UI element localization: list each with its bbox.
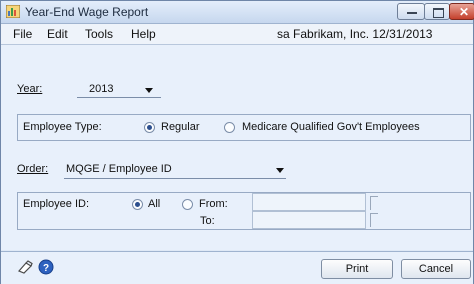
employee-id-to-lookup-icon[interactable] — [370, 213, 378, 227]
close-icon: ✕ — [459, 5, 470, 19]
medicare-qualified-radio[interactable] — [224, 122, 235, 133]
employee-id-to-label: To: — [200, 215, 215, 227]
user-date: 12/31/2013 — [372, 27, 433, 41]
employee-id-from-lookup-icon[interactable] — [370, 196, 378, 210]
report-options-area: Year: 2013 Employee Type: Regular Medica… — [1, 45, 473, 250]
employee-id-group: Employee ID: All From: To: — [17, 192, 471, 230]
menu-file[interactable]: File — [13, 27, 32, 41]
year-label: Year: — [17, 83, 43, 95]
menu-help[interactable]: Help — [131, 27, 156, 41]
title-bar: Year-End Wage Report ✕ — [1, 1, 474, 24]
employee-type-label: Employee Type: — [23, 121, 102, 133]
note-icon[interactable] — [17, 260, 33, 279]
employee-id-all-label: All — [148, 198, 161, 210]
order-dropdown[interactable]: MQGE / Employee ID — [66, 163, 290, 177]
medicare-option-label: Medicare Qualified Gov't Employees — [242, 121, 420, 133]
cancel-button[interactable]: Cancel — [401, 259, 471, 279]
company-name: Fabrikam, Inc. — [293, 27, 370, 41]
year-dropdown[interactable]: 2013 — [89, 83, 159, 97]
svg-text:?: ? — [43, 263, 49, 274]
maximize-icon — [433, 8, 444, 18]
employee-id-to-field[interactable] — [252, 211, 366, 229]
company-info: sa Fabrikam, Inc. 12/31/2013 — [277, 27, 432, 41]
maximize-button[interactable] — [424, 3, 450, 20]
year-field-underline — [77, 97, 161, 98]
menu-tools[interactable]: Tools — [85, 27, 113, 41]
year-value: 2013 — [89, 83, 114, 95]
close-button[interactable]: ✕ — [449, 3, 474, 20]
employee-id-from-label: From: — [199, 198, 228, 210]
year-dropdown-arrow-icon — [145, 88, 153, 93]
wage-report-icon — [5, 4, 21, 19]
employee-id-all-radio[interactable] — [132, 199, 143, 210]
employee-id-from-field[interactable] — [252, 193, 366, 211]
cancel-button-label: Cancel — [418, 263, 454, 275]
help-icon[interactable]: ? — [38, 259, 54, 280]
bottom-toolbar: ? Print Cancel — [1, 251, 473, 284]
menu-bar: File Edit Tools Help sa Fabrikam, Inc. 1… — [1, 24, 473, 45]
order-dropdown-arrow-icon — [276, 168, 284, 173]
order-field-underline — [64, 178, 286, 179]
employee-type-group: Employee Type: Regular Medicare Qualifie… — [17, 114, 471, 141]
year-end-wage-report-window: Year-End Wage Report ✕ File Edit Tools H… — [0, 0, 474, 284]
menu-edit[interactable]: Edit — [47, 27, 68, 41]
window-title: Year-End Wage Report — [25, 5, 149, 19]
minimize-button[interactable] — [397, 3, 425, 20]
print-button[interactable]: Print — [321, 259, 393, 279]
regular-radio[interactable] — [144, 122, 155, 133]
order-value: MQGE / Employee ID — [66, 163, 172, 175]
order-label: Order: — [17, 163, 49, 175]
minimize-icon — [407, 12, 417, 14]
regular-option-label: Regular — [161, 121, 200, 133]
user-name: sa — [277, 27, 290, 41]
employee-id-from-radio[interactable] — [182, 199, 193, 210]
employee-id-label: Employee ID: — [23, 198, 90, 210]
print-button-label: Print — [345, 263, 369, 275]
